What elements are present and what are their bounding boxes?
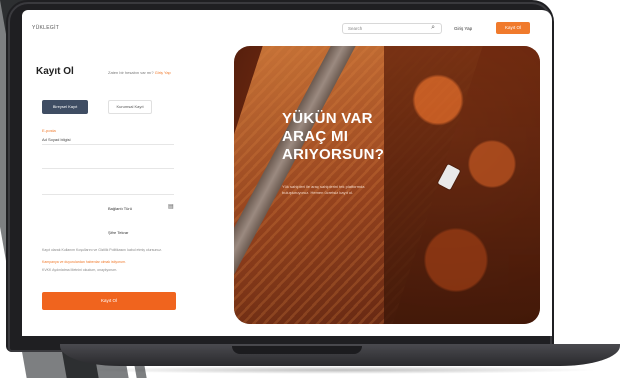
hero-trees — [384, 46, 540, 324]
search-placeholder: Search — [348, 26, 363, 31]
search-icon[interactable]: ⌕ — [431, 24, 435, 32]
email-field[interactable]: E-posta Ad Soyad bilgisi — [42, 128, 174, 145]
text-field-3[interactable] — [42, 178, 174, 195]
form-title: Kayıt Ol — [36, 66, 74, 77]
password-repeat-field[interactable]: Şifre Tekrar — [108, 230, 128, 235]
have-account-login-link[interactable]: Giriş Yap — [155, 70, 171, 75]
hero-image: YÜKÜN VAR ARAÇ MI ARIYORSUN? Yük sahiple… — [234, 46, 540, 324]
email-field-label: E-posta — [42, 128, 56, 133]
hero-subtitle: Yük sahipleri ile araç sahiplerini tek p… — [282, 184, 365, 195]
site-header: YÜKLEGİT Search ⌕ Giriş Yap Kayıt Ol — [22, 10, 552, 44]
laptop-notch — [232, 346, 362, 354]
tab-individual[interactable]: Bireysel Kayıt — [42, 100, 88, 114]
terms-text-1: Kayıt olarak Kullanım Koşullarını ve Giz… — [42, 248, 163, 252]
select-connection-type[interactable]: Bağlantı Türü — [108, 206, 132, 211]
hero-title: YÜKÜN VAR ARAÇ MI ARIYORSUN? — [282, 110, 385, 163]
laptop-screen: YÜKLEGİT Search ⌕ Giriş Yap Kayıt Ol Kay… — [22, 10, 552, 336]
email-field-value: Ad Soyad bilgisi — [42, 137, 71, 142]
submit-button[interactable]: Kayıt Ol — [42, 292, 176, 310]
signup-button[interactable]: Kayıt Ol — [496, 22, 530, 34]
login-link[interactable]: Giriş Yap — [454, 26, 472, 31]
search-input[interactable]: Search ⌕ — [342, 23, 442, 34]
document-icon[interactable]: ▤ — [168, 203, 174, 210]
text-field-2[interactable] — [42, 152, 174, 169]
have-account-text: Zaten bir hesabın var mı? Giriş Yap — [108, 70, 171, 75]
site-logo[interactable]: YÜKLEGİT — [32, 25, 59, 31]
terms-text-2[interactable]: Kampanya ve duyurulardan haberdar olmak … — [42, 260, 192, 264]
laptop-shadow — [80, 366, 600, 374]
tab-corporate[interactable]: Kurumsal Kayıt — [108, 100, 152, 114]
terms-text-3[interactable]: KVKK Aydınlatma Metnini okudum, onaylıyo… — [42, 268, 192, 272]
